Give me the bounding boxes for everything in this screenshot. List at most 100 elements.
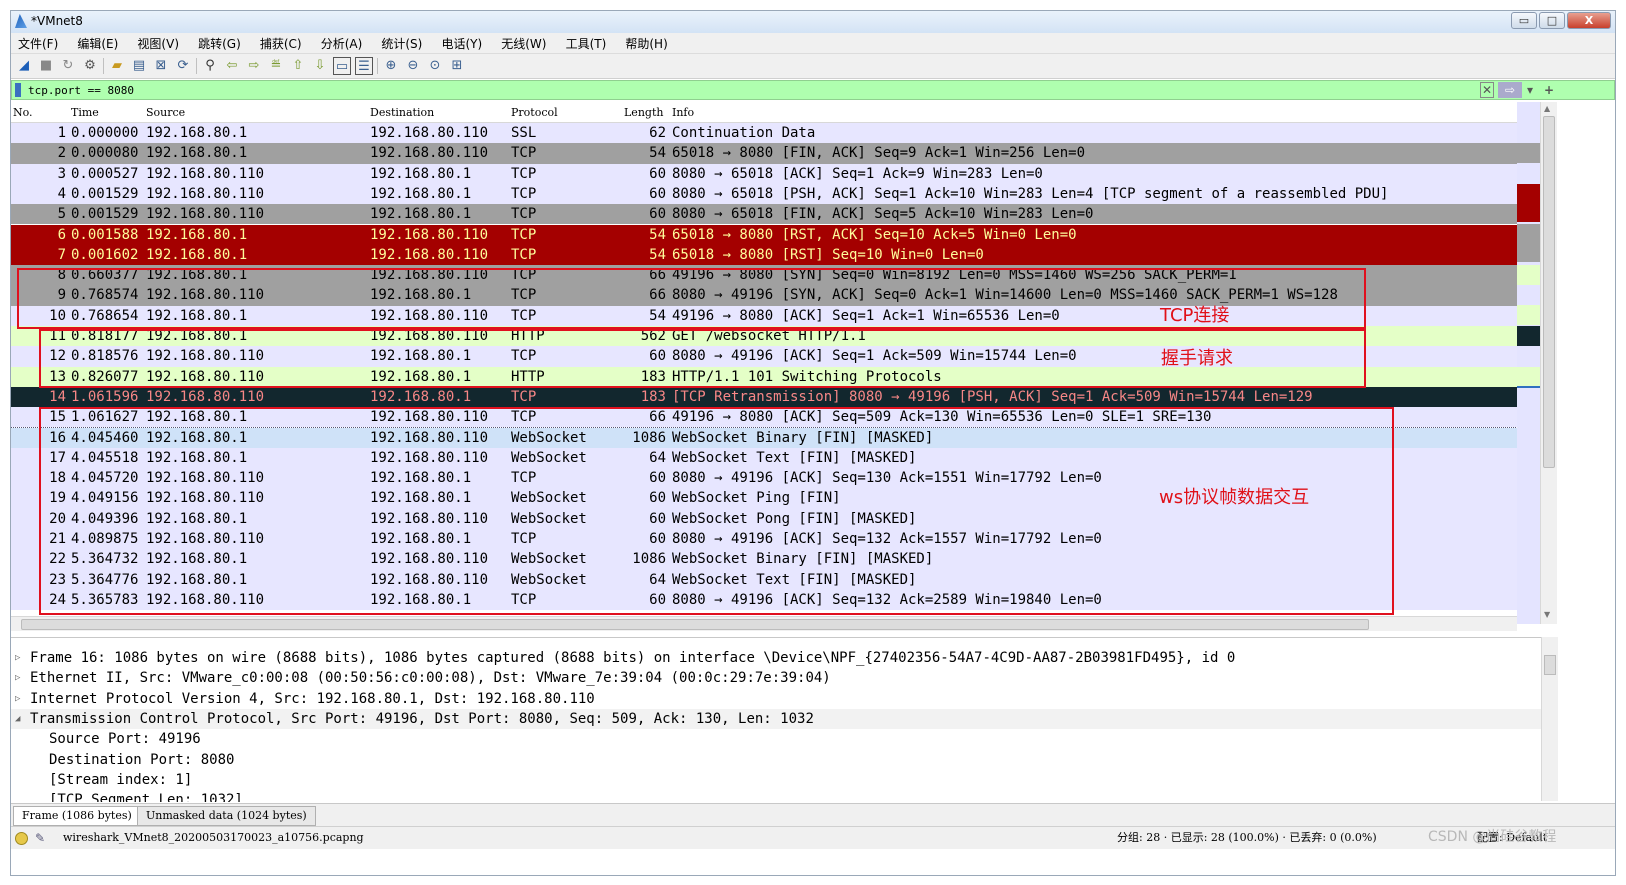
- packet-source: 192.168.80.1: [146, 145, 248, 162]
- menu-analyze[interactable]: 分析(A): [314, 34, 370, 54]
- packet-row[interactable]: 2 0.000080 192.168.80.1 192.168.80.110 TCP 54…: [11, 143, 1517, 164]
- menu-telephony[interactable]: 电话(Y): [434, 34, 489, 54]
- save-file-icon[interactable]: ▤: [130, 57, 148, 75]
- detail-tree-item[interactable]: [TCP Segment Len: 1032]: [11, 790, 1541, 802]
- reload-icon[interactable]: ⟳: [174, 57, 192, 75]
- scroll-up-icon[interactable]: ▲: [1544, 104, 1550, 113]
- menu-bar: 文件(F) 编辑(E) 视图(V) 跳转(G) 捕获(C) 分析(A) 统计(S…: [11, 33, 1615, 54]
- tab-frame-bytes[interactable]: Frame (1086 bytes): [13, 806, 141, 826]
- display-filter-input[interactable]: [28, 82, 1468, 98]
- open-folder-icon[interactable]: ▰: [108, 57, 126, 75]
- packet-length: 54: [649, 145, 666, 162]
- column-header-info[interactable]: Info: [672, 106, 694, 119]
- detail-tree-item[interactable]: ▷ Ethernet II, Src: VMware_c0:00:08 (00:5…: [11, 668, 1541, 688]
- detail-tree-item[interactable]: ◢ Transmission Control Protocol, Src Port…: [11, 708, 1541, 729]
- packet-list-vscrollbar[interactable]: ▲ ▼: [1540, 102, 1557, 624]
- expand-arrow-icon[interactable]: ◢: [15, 709, 20, 729]
- minimize-button[interactable]: ▭: [1511, 12, 1537, 29]
- packet-no: 7: [57, 246, 66, 263]
- packet-no: 6: [57, 226, 66, 243]
- packet-row[interactable]: 4 0.001529 192.168.80.110 192.168.80.1 TCP 60…: [11, 183, 1517, 205]
- detail-tree-item[interactable]: ▷ Internet Protocol Version 4, Src: 192.1…: [11, 689, 1541, 709]
- last-packet-icon[interactable]: ⇩: [311, 57, 329, 75]
- zoom-normal-icon[interactable]: ⊙: [426, 57, 444, 75]
- resize-columns-icon[interactable]: ⊞: [448, 57, 466, 75]
- packet-stats: 分组: 28 · 已显示: 28 (100.0%) · 已丢弃: 0 (0.0%…: [1117, 831, 1377, 844]
- menu-capture[interactable]: 捕获(C): [253, 34, 309, 54]
- shark-fin-start-icon[interactable]: ◢: [15, 57, 33, 75]
- column-header-protocol[interactable]: Protocol: [511, 106, 558, 119]
- detail-tree-item[interactable]: [Stream index: 1]: [11, 770, 1541, 790]
- hscroll-thumb[interactable]: [21, 619, 1369, 630]
- packet-row[interactable]: 1 0.000000 192.168.80.1 192.168.80.110 SSL 62…: [11, 123, 1517, 144]
- filter-dropdown-icon[interactable]: ▾: [1524, 82, 1536, 98]
- tab-unmasked-data[interactable]: Unmasked data (1024 bytes): [137, 806, 316, 826]
- packet-row[interactable]: 7 0.001602 192.168.80.1 192.168.80.110 TCP 54…: [11, 244, 1517, 266]
- go-to-packet-icon[interactable]: ≝: [267, 57, 285, 75]
- packet-destination: 192.168.80.110: [370, 246, 489, 263]
- menu-statistics[interactable]: 统计(S): [374, 34, 429, 54]
- packet-row[interactable]: 14 1.061596 192.168.80.110 192.168.80.1 TCP 1…: [11, 386, 1517, 408]
- packet-list-hscrollbar[interactable]: [11, 616, 1517, 631]
- zoom-in-icon[interactable]: ⊕: [382, 57, 400, 75]
- close-file-icon[interactable]: ⊠: [152, 57, 170, 75]
- apply-filter-icon[interactable]: ⇨: [1498, 82, 1522, 98]
- scroll-thumb[interactable]: [1543, 116, 1555, 468]
- zoom-out-icon[interactable]: ⊖: [404, 57, 422, 75]
- detail-text: Ethernet II, Src: VMware_c0:00:08 (00:50…: [30, 670, 831, 687]
- column-header-source[interactable]: Source: [146, 106, 185, 119]
- detail-tree-item[interactable]: ▷ Frame 16: 1086 bytes on wire (8688 bits…: [11, 648, 1541, 668]
- close-button[interactable]: X: [1567, 12, 1611, 29]
- forward-arrow-icon[interactable]: ⇨: [245, 57, 263, 75]
- menu-wireless[interactable]: 无线(W): [494, 34, 553, 54]
- packet-minimap[interactable]: [1517, 102, 1540, 624]
- scroll-thumb[interactable]: [1544, 655, 1556, 675]
- first-packet-icon[interactable]: ⇧: [289, 57, 307, 75]
- edit-comment-icon[interactable]: ✎: [35, 827, 45, 849]
- packet-info: [TCP Retransmission] 8080 → 49196 [PSH, …: [672, 388, 1313, 405]
- csdn-watermark: CSDN @尚硅谷教程: [1428, 829, 1557, 845]
- packet-info: 65018 → 8080 [FIN, ACK] Seq=9 Ack=1 Win=…: [672, 145, 1086, 162]
- detail-tree-item[interactable]: Source Port: 49196: [11, 729, 1541, 749]
- find-icon[interactable]: ⚲: [201, 57, 219, 75]
- menu-help[interactable]: 帮助(H): [618, 34, 674, 54]
- menu-go[interactable]: 跳转(G): [191, 34, 248, 54]
- bookmark-icon[interactable]: [15, 83, 21, 97]
- capture-status-icon[interactable]: [15, 832, 28, 845]
- add-filter-button[interactable]: +: [1542, 82, 1556, 98]
- menu-view[interactable]: 视图(V): [130, 34, 186, 54]
- restart-icon[interactable]: ↻: [59, 57, 77, 75]
- clear-filter-icon[interactable]: ✕: [1480, 82, 1494, 98]
- packet-protocol: TCP: [511, 206, 537, 223]
- column-header-no[interactable]: No.: [13, 106, 33, 119]
- packet-row[interactable]: 3 0.000527 192.168.80.110 192.168.80.1 TCP 60…: [11, 163, 1517, 184]
- details-vscrollbar[interactable]: [1541, 637, 1558, 801]
- expand-arrow-icon[interactable]: ▷: [15, 648, 20, 668]
- packet-protocol: TCP: [511, 145, 537, 162]
- packet-length: 60: [649, 185, 666, 202]
- back-arrow-icon[interactable]: ⇦: [223, 57, 241, 75]
- menu-file[interactable]: 文件(F): [11, 34, 65, 54]
- detail-text: Frame 16: 1086 bytes on wire (8688 bits)…: [30, 650, 1236, 666]
- menu-tools[interactable]: 工具(T): [559, 34, 614, 54]
- packet-source: 192.168.80.110: [146, 388, 265, 405]
- expand-arrow-icon[interactable]: ▷: [15, 689, 20, 709]
- packet-time: 0.000000: [71, 125, 139, 141]
- detail-tree-item[interactable]: Destination Port: 8080: [11, 750, 1541, 770]
- menu-edit[interactable]: 编辑(E): [70, 34, 125, 54]
- expand-arrow-icon[interactable]: ▷: [15, 668, 20, 688]
- stop-icon[interactable]: ■: [37, 57, 55, 75]
- minimap-mark: [1517, 305, 1540, 325]
- column-header-time[interactable]: Time: [71, 106, 99, 119]
- packet-row[interactable]: 6 0.001588 192.168.80.1 192.168.80.110 TCP 54…: [11, 224, 1517, 245]
- options-gear-icon[interactable]: ⚙: [81, 57, 99, 75]
- scroll-down-icon[interactable]: ▼: [1544, 610, 1550, 619]
- colorize-icon[interactable]: ☰: [355, 57, 373, 75]
- column-header-destination[interactable]: Destination: [370, 106, 434, 119]
- maximize-button[interactable]: □: [1539, 12, 1565, 29]
- packet-row[interactable]: 5 0.001529 192.168.80.110 192.168.80.1 TCP 60…: [11, 204, 1517, 225]
- packet-info: 65018 → 8080 [RST, ACK] Seq=10 Ack=5 Win…: [672, 226, 1077, 243]
- column-header-length[interactable]: Length: [624, 106, 663, 119]
- autoscroll-icon[interactable]: ▭: [333, 57, 351, 75]
- bytes-tab-bar: Frame (1086 bytes) Unmasked data (1024 b…: [11, 803, 1615, 826]
